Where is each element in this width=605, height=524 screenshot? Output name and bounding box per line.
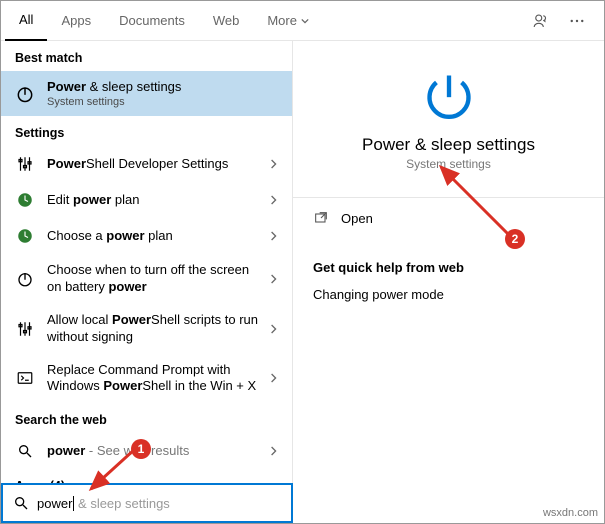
feedback-icon[interactable] [532, 12, 550, 30]
row-label: Replace Command Prompt with Windows Powe… [47, 362, 258, 396]
search-window: All Apps Documents Web More Best match [0, 0, 605, 524]
settings-row-edit-power-plan[interactable]: Edit power plan [1, 182, 292, 218]
tab-more[interactable]: More [253, 1, 323, 41]
power-icon-large [423, 69, 475, 121]
chevron-right-icon [270, 231, 278, 241]
chevron-right-icon [270, 159, 278, 169]
section-best-match: Best match [1, 41, 292, 71]
power-icon [15, 269, 35, 289]
power-plan-icon [15, 226, 35, 246]
power-plan-icon [15, 190, 35, 210]
tab-documents[interactable]: Documents [105, 1, 199, 41]
annotation-callout-1: 1 [131, 439, 151, 459]
chevron-right-icon [270, 195, 278, 205]
tab-web[interactable]: Web [199, 1, 254, 41]
preview-pane: Power & sleep settings System settings O… [293, 41, 604, 483]
results-list: Best match Power & sleep settings System… [1, 41, 293, 483]
preview-open[interactable]: Open [293, 198, 604, 238]
help-link-changing-power-mode[interactable]: Changing power mode [293, 283, 604, 306]
row-label: Choose when to turn off the screen on ba… [47, 262, 258, 296]
settings-row-screen-off-battery[interactable]: Choose when to turn off the screen on ba… [1, 254, 292, 304]
help-header: Get quick help from web [293, 238, 604, 283]
terminal-icon [15, 368, 35, 388]
tab-apps[interactable]: Apps [47, 1, 105, 41]
tab-more-label: More [267, 13, 297, 28]
settings-row-allow-powershell-scripts[interactable]: Allow local PowerShell scripts to run wi… [1, 304, 292, 354]
search-typed: power [37, 496, 74, 511]
chevron-down-icon [301, 17, 309, 25]
sliders-icon [15, 154, 35, 174]
row-label: Edit power plan [47, 192, 258, 209]
preview-title: Power & sleep settings [362, 135, 535, 155]
tab-all[interactable]: All [5, 1, 47, 41]
settings-row-powershell-dev[interactable]: PowerShell Developer Settings [1, 146, 292, 182]
best-match-item[interactable]: Power & sleep settings System settings [1, 71, 292, 116]
settings-row-choose-power-plan[interactable]: Choose a power plan [1, 218, 292, 254]
chevron-right-icon [270, 274, 278, 284]
row-label: power - See web results [47, 443, 258, 460]
search-suggestion: & sleep settings [74, 496, 169, 511]
watermark: wsxdn.com [543, 507, 598, 519]
settings-row-replace-cmd-powershell[interactable]: Replace Command Prompt with Windows Powe… [1, 354, 292, 404]
row-label: PowerShell Developer Settings [47, 156, 258, 173]
section-settings: Settings [1, 116, 292, 146]
best-match-title: Power & sleep settings [47, 79, 181, 94]
sliders-icon [15, 319, 35, 339]
section-apps[interactable]: Apps (4) [1, 469, 292, 483]
body: Best match Power & sleep settings System… [1, 41, 604, 483]
search-icon [15, 441, 35, 461]
best-match-subtitle: System settings [47, 96, 181, 108]
chevron-right-icon [270, 446, 278, 456]
row-label: Allow local PowerShell scripts to run wi… [47, 312, 258, 346]
more-options-icon[interactable] [568, 12, 586, 30]
section-search-web: Search the web [1, 403, 292, 433]
open-icon [313, 210, 329, 226]
annotation-callout-2: 2 [505, 229, 525, 249]
search-input[interactable]: power & sleep settings [1, 483, 293, 523]
search-icon [13, 495, 29, 511]
preview-open-label: Open [341, 211, 373, 226]
tab-bar: All Apps Documents Web More [1, 1, 604, 41]
chevron-right-icon [270, 324, 278, 334]
chevron-right-icon [270, 373, 278, 383]
power-icon [15, 84, 35, 104]
preview-subtitle: System settings [406, 157, 491, 171]
row-label: Choose a power plan [47, 228, 258, 245]
